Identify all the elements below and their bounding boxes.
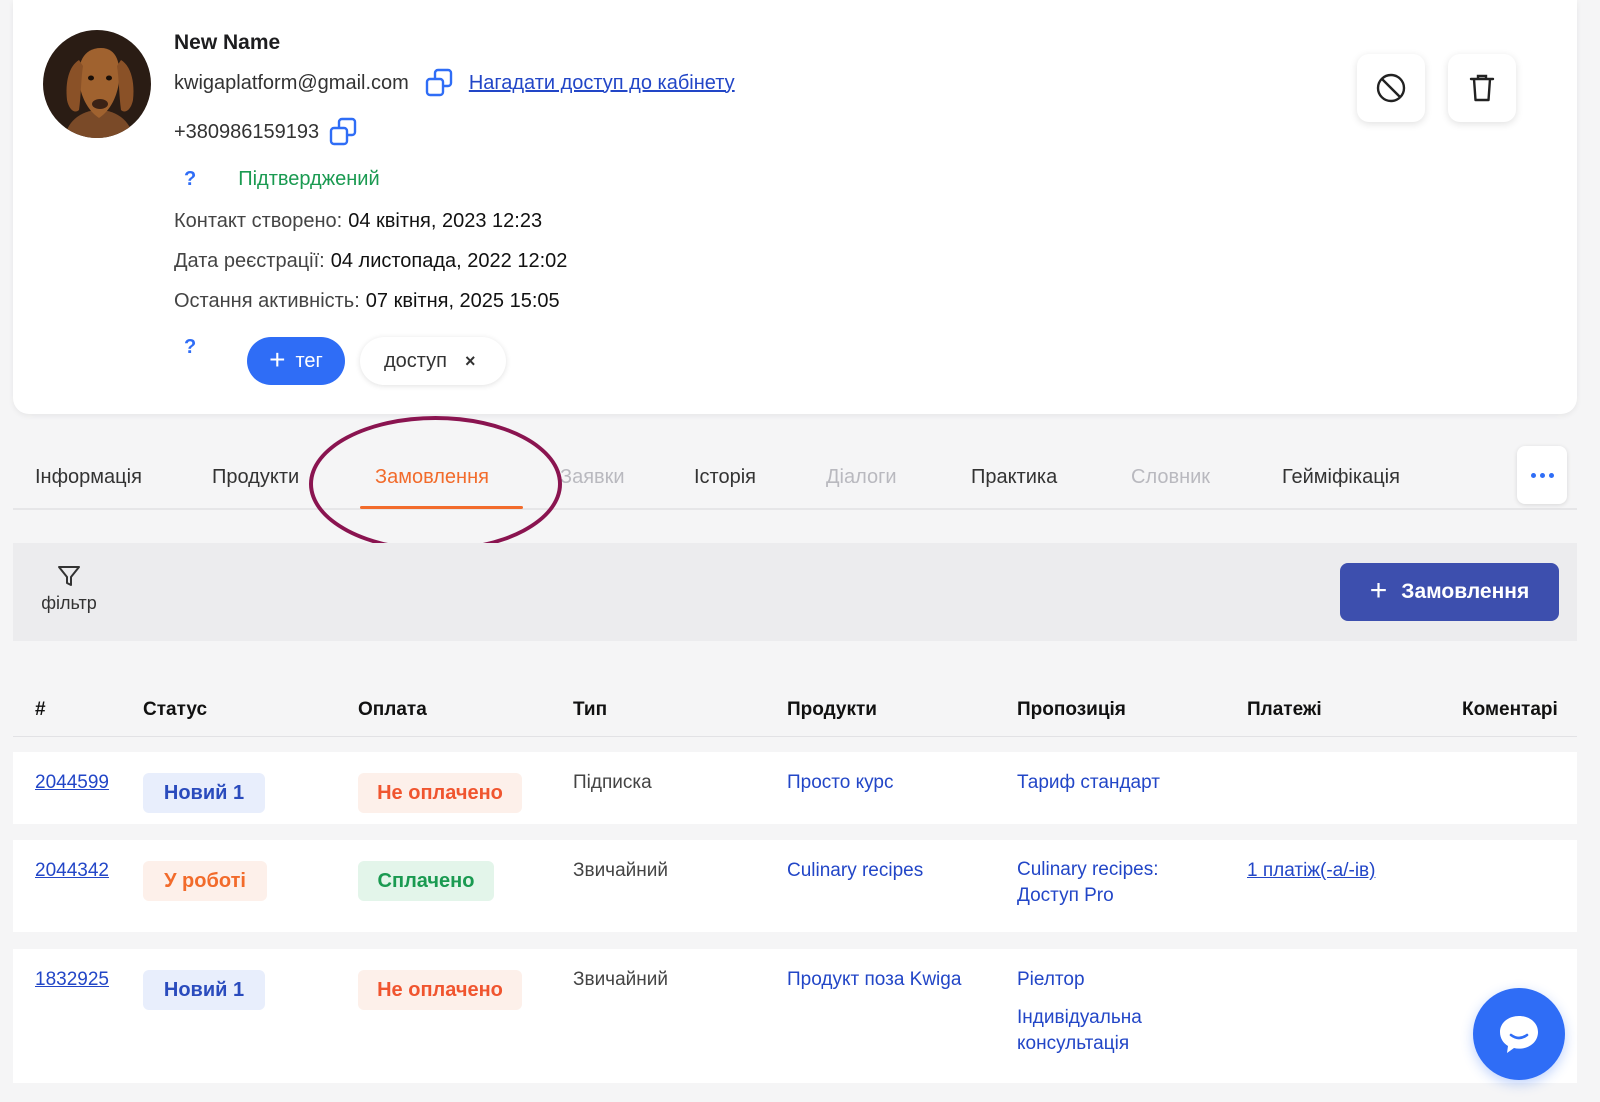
status-badge: Новий 1 <box>143 773 265 813</box>
copy-icon[interactable] <box>425 68 453 98</box>
last-active-label: Остання активність: <box>174 290 360 312</box>
order-type: Підписка <box>573 772 652 793</box>
tab-information[interactable]: Інформація <box>35 466 142 489</box>
registered-value: 04 листопада, 2022 12:02 <box>330 250 568 272</box>
add-tag-label: тег <box>295 349 323 372</box>
contact-email: kwigaplatform@gmail.com <box>174 71 409 94</box>
orders-toolbar: фільтр + Замовлення <box>13 543 1577 641</box>
created-label: Контакт створено: <box>174 210 343 232</box>
contact-profile-card: New Name kwigaplatform@gmail.com Нагадат… <box>13 0 1577 414</box>
registered-row: Дата реєстрації: 04 листопада, 2022 12:0… <box>174 250 567 273</box>
phone-row: +380986159193 <box>174 117 357 147</box>
orders-table-header: # Статус Оплата Тип Продукти Пропозиція … <box>13 685 1577 737</box>
contact-tabs: Інформація Продукти Замовлення Заявки Іс… <box>13 440 1577 510</box>
offer-line: Індивідуальна <box>1017 1007 1142 1028</box>
tab-gamification[interactable]: Гейміфікація <box>1282 466 1400 489</box>
chat-widget-button[interactable] <box>1473 988 1565 1080</box>
offer-link[interactable]: Індивідуальна консультація <box>1017 1005 1217 1057</box>
plus-icon: + <box>269 343 286 375</box>
payment-badge: Не оплачено <box>358 970 522 1010</box>
status-badge: У роботі <box>143 861 267 901</box>
product-link[interactable]: Culinary recipes <box>787 860 923 882</box>
offer-link[interactable]: Ріелтор <box>1017 969 1085 991</box>
payment-badge: Не оплачено <box>358 773 522 813</box>
order-id-link[interactable]: 1832925 <box>35 969 109 991</box>
tab-dialogs[interactable]: Діалоги <box>826 466 897 489</box>
order-id-link[interactable]: 2044342 <box>35 860 109 882</box>
table-row: 2044342 У роботі Сплачено Звичайний Culi… <box>13 840 1577 932</box>
active-tab-indicator <box>360 506 523 509</box>
col-status: Статус <box>143 699 208 720</box>
last-active-value: 07 квітня, 2025 15:05 <box>365 290 560 312</box>
col-offer: Пропозиція <box>1017 699 1126 720</box>
tag-label: доступ <box>384 349 448 372</box>
add-tag-button[interactable]: + тег <box>247 337 345 385</box>
delete-contact-button[interactable] <box>1448 54 1516 122</box>
last-active-row: Остання активність: 07 квітня, 2025 15:0… <box>174 290 560 313</box>
registered-label: Дата реєстрації: <box>174 250 325 272</box>
tab-history[interactable]: Історія <box>694 466 756 489</box>
status-row: ? Підтверджений <box>184 168 380 191</box>
product-link[interactable]: Просто курс <box>787 772 894 794</box>
close-icon[interactable]: × <box>465 351 476 372</box>
col-type: Тип <box>573 699 608 720</box>
contact-phone: +380986159193 <box>174 120 320 143</box>
created-value: 04 квітня, 2023 12:23 <box>348 210 543 232</box>
copy-icon[interactable] <box>329 117 357 147</box>
payment-badge: Сплачено <box>358 861 494 901</box>
filter-icon <box>58 566 80 586</box>
tab-practice[interactable]: Практика <box>971 466 1057 489</box>
status-badge: Новий 1 <box>143 970 265 1010</box>
col-payments: Платежі <box>1247 699 1322 720</box>
created-row: Контакт створено: 04 квітня, 2023 12:23 <box>174 210 542 233</box>
table-row: 2044599 Новий 1 Не оплачено Підписка Про… <box>13 752 1577 824</box>
avatar <box>43 30 151 138</box>
offer-line: консультація <box>1017 1033 1130 1054</box>
order-type: Звичайний <box>573 860 668 881</box>
trash-icon <box>1469 74 1495 102</box>
tab-dictionary[interactable]: Словник <box>1131 466 1210 489</box>
tags-help-row: ? <box>184 336 196 359</box>
order-id-link[interactable]: 2044599 <box>35 772 109 794</box>
tab-products[interactable]: Продукти <box>212 466 299 489</box>
status-badge: Підтверджений <box>238 168 380 190</box>
help-icon[interactable]: ? <box>184 168 196 191</box>
col-comments: Коментарі <box>1462 699 1558 720</box>
tab-requests[interactable]: Заявки <box>560 466 625 489</box>
filter-label: фільтр <box>41 593 97 613</box>
product-link[interactable]: Продукт поза Kwiga <box>787 969 961 991</box>
block-icon <box>1376 73 1406 103</box>
filter-button[interactable]: фільтр <box>39 563 99 614</box>
col-products: Продукти <box>787 699 877 720</box>
help-icon[interactable]: ? <box>184 336 196 359</box>
table-row: 1832925 Новий 1 Не оплачено Звичайний Пр… <box>13 949 1577 1083</box>
col-payment: Оплата <box>358 699 427 720</box>
offer-line: Доступ Pro <box>1017 885 1114 906</box>
email-row: kwigaplatform@gmail.com Нагадати доступ … <box>174 68 735 98</box>
tag-chip: доступ × <box>360 337 506 385</box>
offer-link[interactable]: Тариф стандарт <box>1017 772 1160 794</box>
payments-link[interactable]: 1 платіж(-а/-ів) <box>1247 860 1375 882</box>
offer-line: Culinary recipes: <box>1017 859 1159 880</box>
add-order-label: Замовлення <box>1401 580 1530 603</box>
order-type: Звичайний <box>573 969 668 990</box>
col-id: # <box>35 699 46 720</box>
block-contact-button[interactable] <box>1357 54 1425 122</box>
remind-access-link[interactable]: Нагадати доступ до кабінету <box>469 72 735 95</box>
offer-link[interactable]: Culinary recipes: Доступ Pro <box>1017 857 1217 909</box>
chat-icon <box>1500 1016 1538 1053</box>
tab-orders[interactable]: Замовлення <box>375 466 489 489</box>
plus-icon: + <box>1369 573 1388 607</box>
more-dots-icon[interactable] <box>1517 446 1567 504</box>
contact-name: New Name <box>174 31 281 54</box>
add-order-button[interactable]: + Замовлення <box>1340 563 1559 621</box>
